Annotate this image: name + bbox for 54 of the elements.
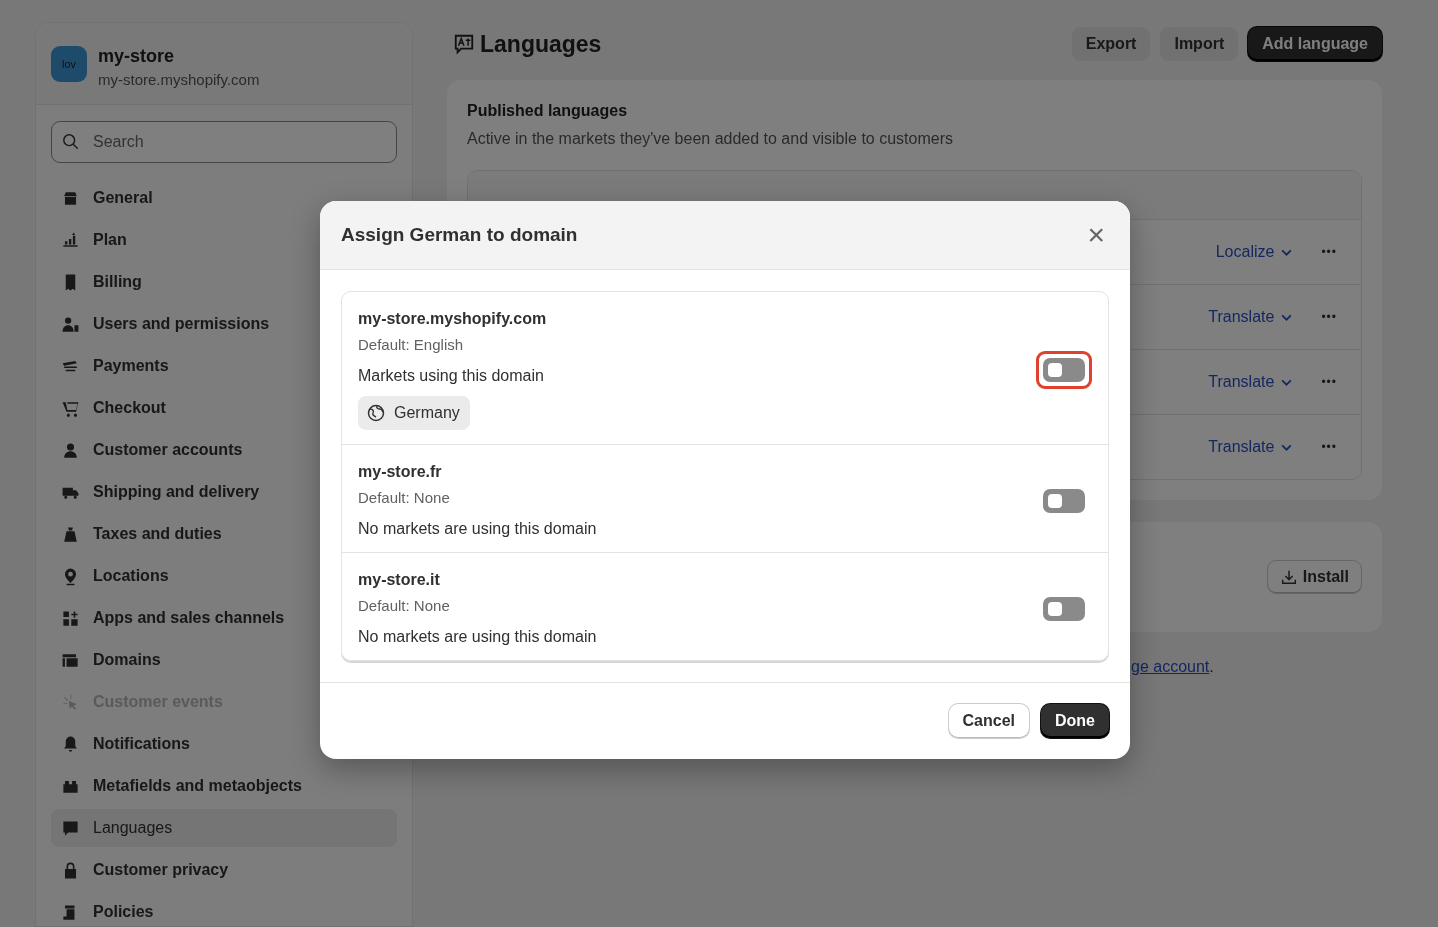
action-dropdown[interactable]: Localize: [1209, 242, 1300, 262]
market-chip: Germany: [358, 396, 470, 430]
domain-default: Default: English: [358, 336, 465, 353]
more-button[interactable]: •••: [1315, 439, 1343, 455]
header-button[interactable]: Export: [1071, 27, 1151, 61]
sidebar-item[interactable]: Languages: [51, 809, 397, 847]
translate-icon: [453, 33, 475, 55]
action-dropdown[interactable]: Translate: [1202, 307, 1300, 327]
store-domain: my-store.myshopify.com: [98, 71, 260, 88]
more-button[interactable]: •••: [1315, 309, 1343, 325]
sidebar-item[interactable]: General: [51, 179, 397, 217]
sidebar-item[interactable]: Policies: [51, 893, 397, 927]
download-icon: [1279, 568, 1298, 586]
sidebar-item[interactable]: Billing: [51, 263, 397, 301]
nav-icon: [61, 314, 80, 334]
nav-icon: [61, 440, 80, 460]
store-avatar: lov: [51, 46, 87, 82]
toggle-switch[interactable]: [1043, 358, 1085, 382]
more-button[interactable]: •••: [1315, 244, 1343, 260]
domain-name: my-store.myshopify.com: [358, 310, 547, 328]
nav-icon: [61, 230, 80, 250]
header-button[interactable]: Add language: [1248, 27, 1382, 61]
dialog-title: Assign German to domain: [341, 224, 578, 246]
search-field[interactable]: Search: [51, 121, 397, 163]
close-button[interactable]: ×: [1083, 220, 1109, 250]
nav-icon: [61, 524, 80, 544]
header-button[interactable]: Import: [1160, 27, 1239, 61]
action-dropdown[interactable]: Translate: [1202, 437, 1300, 457]
dialog-button[interactable]: Done: [1041, 704, 1109, 738]
store-name: my-store: [98, 46, 176, 67]
domain-default: Default: None: [358, 597, 451, 614]
nav-icon: [61, 818, 80, 838]
page-title: Languages: [480, 30, 602, 58]
sidebar-item[interactable]: Notifications: [51, 725, 397, 763]
install-button[interactable]: Install: [1266, 560, 1362, 594]
action-dropdown[interactable]: Translate: [1202, 372, 1300, 392]
domain-name: my-store.fr: [358, 463, 443, 481]
markets-text: No markets are using this domain: [358, 520, 597, 538]
globe-icon: [366, 403, 386, 423]
more-button[interactable]: •••: [1315, 374, 1343, 390]
toggle-switch[interactable]: [1043, 596, 1085, 621]
card-subtitle: Active in the markets they've been added to and visible to customers: [467, 130, 954, 148]
dialog-button[interactable]: Cancel: [948, 704, 1029, 738]
domain-name: my-store.it: [358, 571, 441, 589]
nav-icon: [61, 608, 80, 628]
footer-note: ge account.: [1131, 658, 1215, 676]
toggle-switch[interactable]: [1043, 488, 1085, 513]
sidebar-item[interactable]: Metafields and metaobjects: [51, 767, 397, 805]
account-link[interactable]: ge account: [1131, 658, 1210, 675]
card-title: Published languages: [467, 102, 629, 120]
search-icon: [62, 133, 80, 151]
sidebar-item[interactable]: Customer privacy: [51, 851, 397, 889]
markets-text: Markets using this domain: [358, 367, 545, 385]
domain-default: Default: None: [358, 489, 451, 506]
